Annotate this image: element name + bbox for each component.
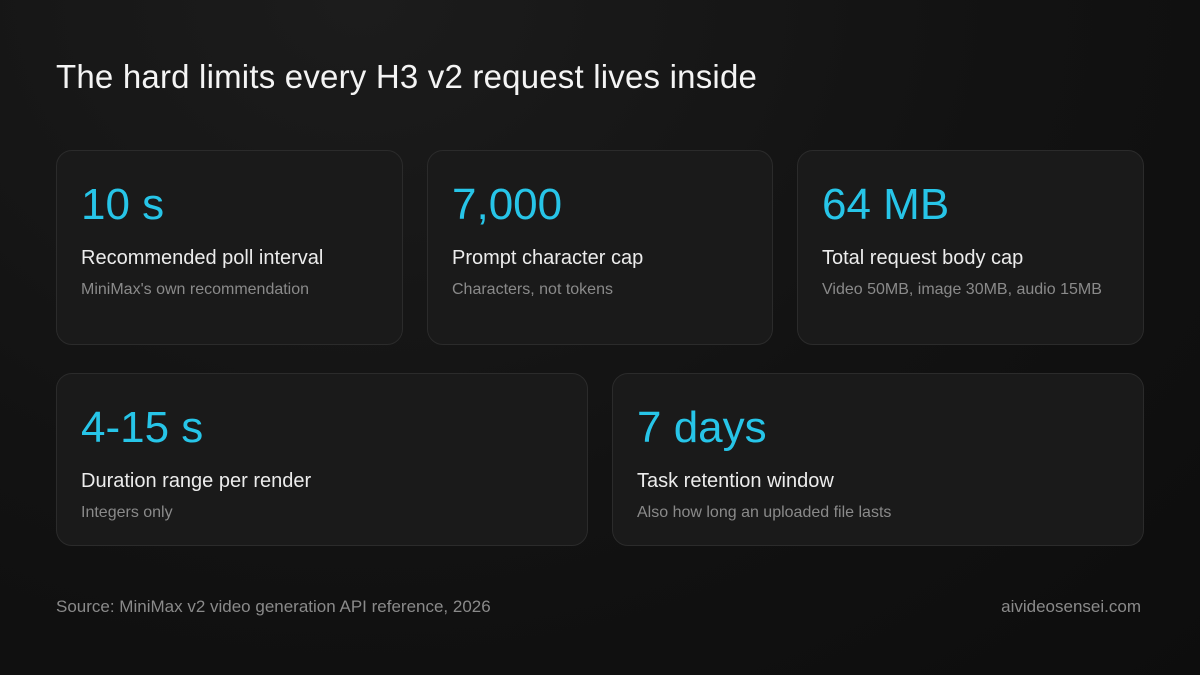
stat-label: Duration range per render — [81, 470, 312, 492]
stat-note: Also how long an uploaded file lasts — [637, 504, 892, 521]
stat-note: MiniMax's own recommendation — [81, 281, 310, 298]
stat-label: Task retention window — [637, 470, 834, 492]
site-credit: aivideosensei.com — [1001, 597, 1141, 616]
stat-card-poll-interval: 10 s Recommended poll interval MiniMax's… — [56, 150, 403, 345]
stat-card-duration-range: 4-15 s Duration range per render Integer… — [56, 373, 588, 546]
stat-card-retention-window: 7 days Task retention window Also how lo… — [612, 373, 1144, 546]
stat-card-body-cap: 64 MB Total request body cap Video 50MB,… — [797, 150, 1144, 345]
stat-note: Integers only — [81, 504, 173, 521]
stat-label: Prompt character cap — [452, 247, 644, 269]
stat-label: Recommended poll interval — [81, 247, 324, 269]
stat-note: Video 50MB, image 30MB, audio 15MB — [822, 281, 1102, 298]
stat-card-prompt-cap: 7,000 Prompt character cap Characters, n… — [427, 150, 773, 345]
stat-value: 7 days — [637, 403, 767, 452]
source-citation: Source: MiniMax v2 video generation API … — [56, 597, 491, 616]
page-title: The hard limits every H3 v2 request live… — [56, 58, 758, 95]
stat-value: 10 s — [81, 180, 165, 229]
stat-value: 64 MB — [822, 180, 950, 229]
stat-value: 4-15 s — [81, 403, 204, 452]
stat-note: Characters, not tokens — [452, 281, 613, 298]
stat-label: Total request body cap — [822, 247, 1024, 269]
stat-value: 7,000 — [452, 180, 563, 229]
